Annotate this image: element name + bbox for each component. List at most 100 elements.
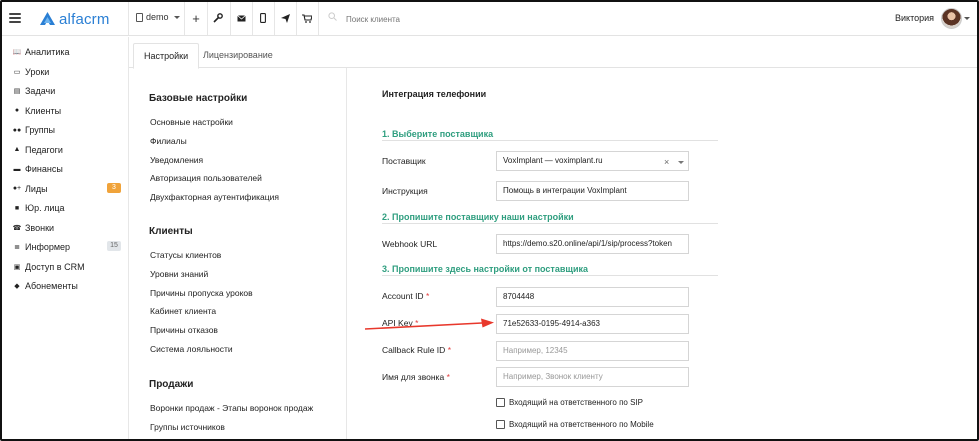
menu-link[interactable]: Авторизация пользователей: [150, 173, 262, 183]
required-mark: *: [446, 372, 450, 382]
menu-link[interactable]: Причины пропуска уроков: [150, 288, 253, 298]
step-heading: 3. Пропишите здесь настройки от поставщи…: [382, 264, 589, 274]
sidebar-item-label: Финансы: [25, 164, 63, 174]
add-icon[interactable]: +: [189, 11, 203, 26]
logo[interactable]: alfacrm: [40, 10, 110, 28]
sidebar-item-label: Задачи: [25, 86, 56, 96]
chevron-down-icon[interactable]: [964, 17, 970, 20]
page-title: Интеграция телефонии: [382, 89, 487, 99]
branch-selector[interactable]: demo: [136, 12, 180, 22]
sidebar: 📖 Аналитика ▭ Уроки ▤ Задачи ● Клиенты ●● Группы ▲…: [2, 37, 129, 439]
field-label: Поставщик: [382, 156, 426, 166]
menu-link[interactable]: Двухфакторная аутентификация: [150, 192, 279, 202]
sidebar-item[interactable]: ▤ Задачи: [12, 84, 124, 98]
checkbox[interactable]: [496, 398, 505, 407]
menu-link[interactable]: Филиалы: [150, 136, 187, 146]
callback-rule-id-field[interactable]: Например, 12345: [496, 341, 689, 361]
mobile-icon[interactable]: [256, 11, 270, 25]
sidebar-item[interactable]: ▭ Уроки: [12, 65, 124, 79]
menu-link[interactable]: Воронки продаж - Этапы воронок продаж: [150, 403, 313, 413]
menu-link[interactable]: Система лояльности: [150, 344, 233, 354]
field-label: Webhook URL: [382, 239, 438, 249]
field-label-text: Имя для звонка: [382, 372, 445, 382]
user-icon: ●: [14, 107, 20, 114]
sidebar-item-label: Клиенты: [25, 105, 62, 116]
chevron-down-icon: [173, 15, 180, 19]
divider: [128, 2, 129, 35]
list-icon: ≣: [14, 244, 20, 251]
instruction-field[interactable]: Помощь в интеграции VoxImplant: [496, 181, 689, 201]
tab-settings[interactable]: Настройки: [133, 43, 200, 69]
send-icon[interactable]: [278, 11, 292, 25]
divider: [207, 2, 208, 35]
account-id-field[interactable]: 8704448: [496, 287, 689, 307]
avatar[interactable]: [941, 8, 962, 29]
sidebar-item[interactable]: ▲ Педагоги: [12, 143, 124, 157]
sidebar-item-label: Информер: [25, 242, 71, 252]
sidebar-item-label: Аналитика: [25, 47, 70, 57]
sip-checkbox-row[interactable]: Входящий на ответственного по SIP: [496, 398, 643, 407]
divider: [184, 2, 185, 35]
tab-licensing[interactable]: Лицензирование: [193, 43, 283, 68]
menu-link[interactable]: Уведомления: [150, 155, 203, 165]
tag-icon: ◆: [14, 283, 20, 290]
cart-icon[interactable]: [300, 11, 314, 25]
wrench-icon[interactable]: [211, 11, 225, 25]
call-name-field[interactable]: Например, Звонок клиенту: [496, 367, 689, 387]
menu-link[interactable]: Группы источников: [150, 422, 225, 432]
graduation-cap-icon: ▲: [13, 146, 21, 153]
money-icon: ▬: [13, 165, 21, 173]
menu-link[interactable]: Уровни знаний: [150, 269, 208, 279]
logo-text: alfacrm: [59, 10, 110, 28]
sidebar-item[interactable]: ■ Юр. лица: [12, 201, 124, 215]
field-label-text: Account ID: [382, 291, 424, 301]
divider: [382, 275, 718, 276]
tab-bar: Настройки Лицензирование: [129, 39, 977, 69]
field-label-text: Callback Rule ID: [382, 345, 446, 355]
menu-link[interactable]: Кабинет клиента: [150, 306, 216, 316]
menu-section-title: Клиенты: [149, 226, 193, 237]
menu-link[interactable]: Статусы клиентов: [150, 250, 221, 260]
sidebar-item[interactable]: ● Клиенты: [12, 104, 124, 118]
sidebar-item-label: Абонементы: [25, 281, 78, 291]
sidebar-item-label: Уроки: [25, 66, 50, 77]
menu-section-title: Продажи: [149, 379, 194, 390]
provider-select[interactable]: VoxImplant — voximplant.ru: [496, 151, 689, 171]
menu-link[interactable]: Основные настройки: [150, 117, 233, 127]
mail-icon[interactable]: [234, 11, 248, 25]
sidebar-item-label: Юр. лица: [25, 203, 65, 213]
menu-link[interactable]: Причины отказов: [150, 325, 218, 335]
calendar-icon: ▭: [13, 68, 21, 76]
branch-label: demo: [146, 12, 169, 22]
menu-icon[interactable]: [9, 13, 21, 23]
sidebar-item[interactable]: ≣ Информер 15: [12, 240, 124, 254]
checkbox-label: Входящий на ответственного по SIP: [509, 398, 643, 407]
sidebar-item[interactable]: ▬ Финансы: [12, 162, 124, 176]
search-input[interactable]: [346, 11, 606, 27]
user-name[interactable]: Виктория: [895, 13, 934, 23]
step-heading: 1. Выберите поставщика: [382, 129, 494, 139]
field-label: Account ID *: [382, 291, 429, 301]
sidebar-item[interactable]: ◆ Абонементы: [12, 279, 124, 293]
sidebar-item[interactable]: 📖 Аналитика: [12, 45, 124, 59]
sidebar-item[interactable]: ●● Группы: [12, 123, 124, 137]
sidebar-item-label: Звонки: [25, 222, 55, 233]
checkbox[interactable]: [496, 420, 505, 429]
sidebar-item[interactable]: ▣ Доступ в CRM: [12, 260, 124, 274]
app-window: alfacrm demo + Виктори: [0, 0, 979, 441]
mobile-checkbox-row[interactable]: Входящий на ответственного по Mobile: [496, 420, 654, 429]
step-heading: 2. Пропишите поставщику наши настройки: [382, 212, 574, 222]
field-label: Инструкция: [382, 186, 428, 196]
clear-icon[interactable]: ×: [664, 157, 669, 167]
sidebar-item[interactable]: ☎ Звонки: [12, 221, 124, 235]
webhook-url-field[interactable]: https://demo.s20.online/api/1/sip/proces…: [496, 234, 689, 254]
chevron-down-icon[interactable]: [678, 161, 684, 164]
annotation-arrow-icon: [364, 318, 494, 330]
count-badge: 3: [107, 182, 121, 193]
divider: [382, 223, 718, 224]
book-icon: 📖: [12, 49, 22, 56]
api-key-field[interactable]: 71e52633-0195-4914-a363: [496, 314, 689, 334]
required-mark: *: [447, 345, 451, 355]
sidebar-item[interactable]: ●+ Лиды 3: [12, 182, 124, 196]
tasks-icon: ▤: [13, 88, 21, 95]
